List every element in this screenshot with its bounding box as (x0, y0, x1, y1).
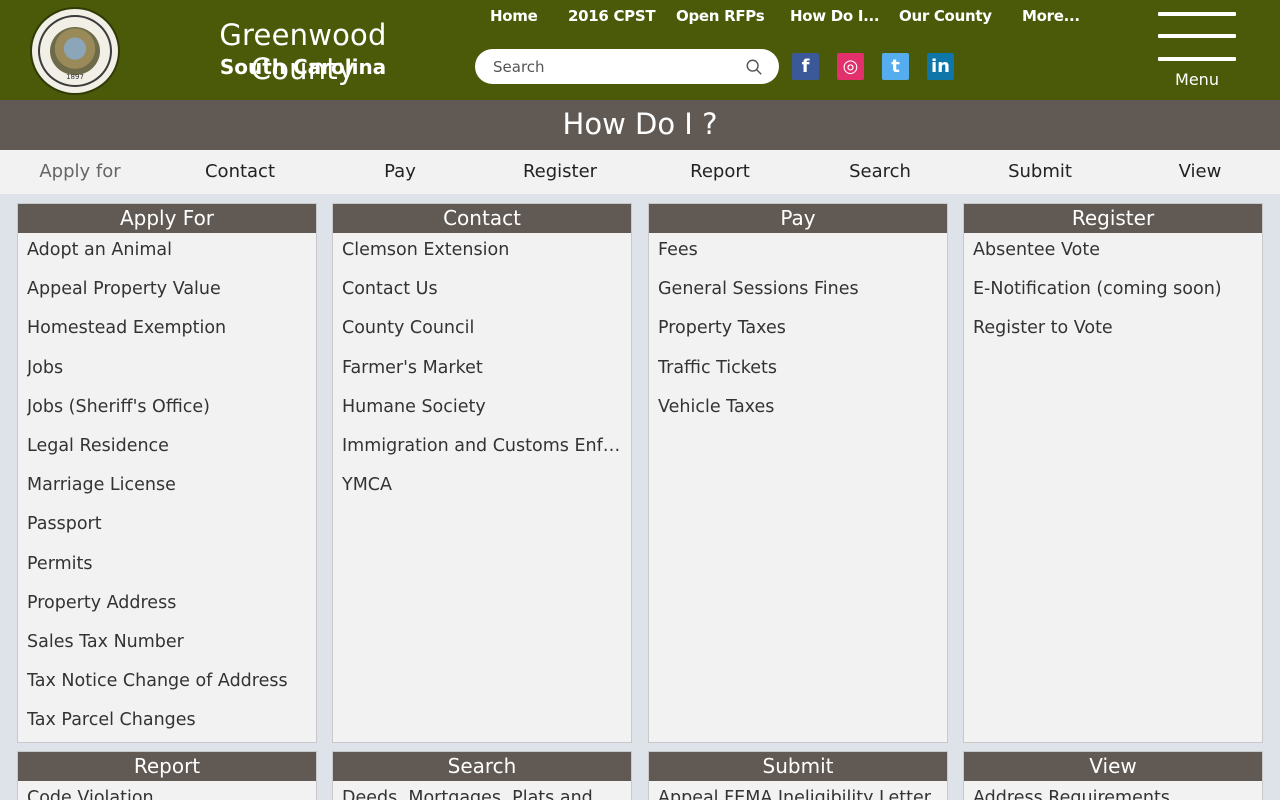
seal-emblem (50, 27, 100, 75)
nav-open-rfps[interactable]: Open RFPs (676, 7, 765, 25)
tab-submit[interactable]: Submit (960, 161, 1120, 182)
site-header: 1897 Greenwood County South Carolina Hom… (0, 0, 1280, 100)
list-item-link[interactable]: Fees (658, 239, 947, 278)
list-item-link[interactable]: Humane Society (342, 396, 631, 435)
hamburger-bar-icon (1158, 34, 1236, 38)
category-tabs: Apply for Contact Pay Register Report Se… (0, 150, 1280, 194)
panel-heading: Search (333, 752, 631, 781)
tab-search[interactable]: Search (800, 161, 960, 182)
linkedin-icon[interactable]: in (927, 53, 954, 80)
panel-contact: Contact Clemson Extension Contact Us County… (332, 203, 632, 743)
link-list: Appeal FEMA Ineligibility Letter (649, 781, 947, 800)
facebook-glyph: f (801, 56, 810, 77)
seal-year: 1897 (66, 73, 84, 81)
list-item-link[interactable]: Deeds, Mortgages, Plats and Other Record… (342, 787, 631, 800)
facebook-icon[interactable]: f (792, 53, 819, 80)
panel-pay: Pay Fees General Sessions Fines Property Ta… (648, 203, 948, 743)
tab-pay[interactable]: Pay (320, 161, 480, 182)
hamburger-bar-icon (1158, 57, 1236, 61)
list-item-link[interactable]: Tax Parcel Changes (27, 709, 316, 742)
nav-how-do-i[interactable]: How Do I... (790, 7, 880, 25)
panel-heading: Pay (649, 204, 947, 233)
list-item-link[interactable]: Code Violation (27, 787, 316, 800)
menu-button[interactable]: Menu (1158, 12, 1236, 92)
nav-more[interactable]: More... (1022, 7, 1080, 25)
page-title: How Do I ? (562, 107, 718, 141)
list-item-link[interactable]: Adopt an Animal (27, 239, 316, 278)
search-icon[interactable] (745, 58, 763, 76)
tab-register[interactable]: Register (480, 161, 640, 182)
list-item-link[interactable]: YMCA (342, 474, 631, 513)
panel-register: Register Absentee Vote E-Notification (com… (963, 203, 1263, 743)
list-item-link[interactable]: Address Requirements (973, 787, 1262, 800)
nav-home[interactable]: Home (490, 7, 538, 25)
link-list: Adopt an Animal Appeal Property Value Home… (18, 233, 316, 742)
link-list: Address Requirements (964, 781, 1262, 800)
panel-heading: Submit (649, 752, 947, 781)
search-input[interactable] (493, 56, 733, 78)
list-item-link[interactable]: Jobs (Sheriff's Office) (27, 396, 316, 435)
menu-label: Menu (1175, 70, 1219, 89)
list-item-link[interactable]: Passport (27, 513, 316, 552)
panel-apply-for: Apply For Adopt an Animal Appeal Property … (17, 203, 317, 743)
list-item-link[interactable]: Farmer's Market (342, 357, 631, 396)
list-item-link[interactable]: Contact Us (342, 278, 631, 317)
nav-2016-cpst[interactable]: 2016 CPST (568, 7, 656, 25)
panel-heading: Apply For (18, 204, 316, 233)
search-box (475, 49, 779, 84)
list-item-link[interactable]: Traffic Tickets (658, 357, 947, 396)
linkedin-glyph: in (931, 56, 950, 77)
link-list: Clemson Extension Contact Us County Counci… (333, 233, 631, 513)
list-item-link[interactable]: Tax Notice Change of Address (27, 670, 316, 709)
link-list: Code Violation (18, 781, 316, 800)
link-list: Deeds, Mortgages, Plats and Other Record… (333, 781, 631, 800)
list-item-link[interactable]: Register to Vote (973, 317, 1262, 356)
panel-heading: Report (18, 752, 316, 781)
list-item-link[interactable]: Jobs (27, 357, 316, 396)
twitter-glyph: t (891, 56, 900, 77)
link-list: Absentee Vote E-Notification (coming soon… (964, 233, 1262, 357)
list-item-link[interactable]: Appeal Property Value (27, 278, 316, 317)
instagram-glyph: ◎ (842, 56, 859, 77)
list-item-link[interactable]: E-Notification (coming soon) (973, 278, 1262, 317)
panel-view: View Address Requirements (963, 751, 1263, 800)
nav-our-county[interactable]: Our County (899, 7, 992, 25)
list-item-link[interactable]: Appeal FEMA Ineligibility Letter (658, 787, 947, 800)
list-item-link[interactable]: Sales Tax Number (27, 631, 316, 670)
list-item-link[interactable]: Homestead Exemption (27, 317, 316, 356)
instagram-icon[interactable]: ◎ (837, 53, 864, 80)
tab-report[interactable]: Report (640, 161, 800, 182)
panel-heading: View (964, 752, 1262, 781)
panel-heading: Register (964, 204, 1262, 233)
list-item-link[interactable]: Property Taxes (658, 317, 947, 356)
panel-submit: Submit Appeal FEMA Ineligibility Letter (648, 751, 948, 800)
page-title-band: How Do I ? (0, 100, 1280, 150)
county-seal-logo[interactable]: 1897 (30, 7, 120, 95)
list-item-link[interactable]: Absentee Vote (973, 239, 1262, 278)
list-item-link[interactable]: Marriage License (27, 474, 316, 513)
list-item-link[interactable]: Legal Residence (27, 435, 316, 474)
twitter-icon[interactable]: t (882, 53, 909, 80)
tab-contact[interactable]: Contact (160, 161, 320, 182)
list-item-link[interactable]: General Sessions Fines (658, 278, 947, 317)
link-list: Fees General Sessions Fines Property Taxes… (649, 233, 947, 435)
list-item-link[interactable]: Clemson Extension (342, 239, 631, 278)
site-subtitle[interactable]: South Carolina (172, 55, 434, 79)
list-item-link[interactable]: Property Address (27, 592, 316, 631)
panel-report: Report Code Violation (17, 751, 317, 800)
list-item-link[interactable]: Vehicle Taxes (658, 396, 947, 435)
panel-heading: Contact (333, 204, 631, 233)
panel-search: Search Deeds, Mortgages, Plats and Other … (332, 751, 632, 800)
tab-view[interactable]: View (1120, 161, 1280, 182)
list-item-link[interactable]: County Council (342, 317, 631, 356)
hamburger-bar-icon (1158, 12, 1236, 16)
tab-apply-for[interactable]: Apply for (0, 161, 160, 182)
list-item-link[interactable]: Permits (27, 553, 316, 592)
list-item-link[interactable]: Immigration and Customs Enforcement (342, 435, 631, 474)
